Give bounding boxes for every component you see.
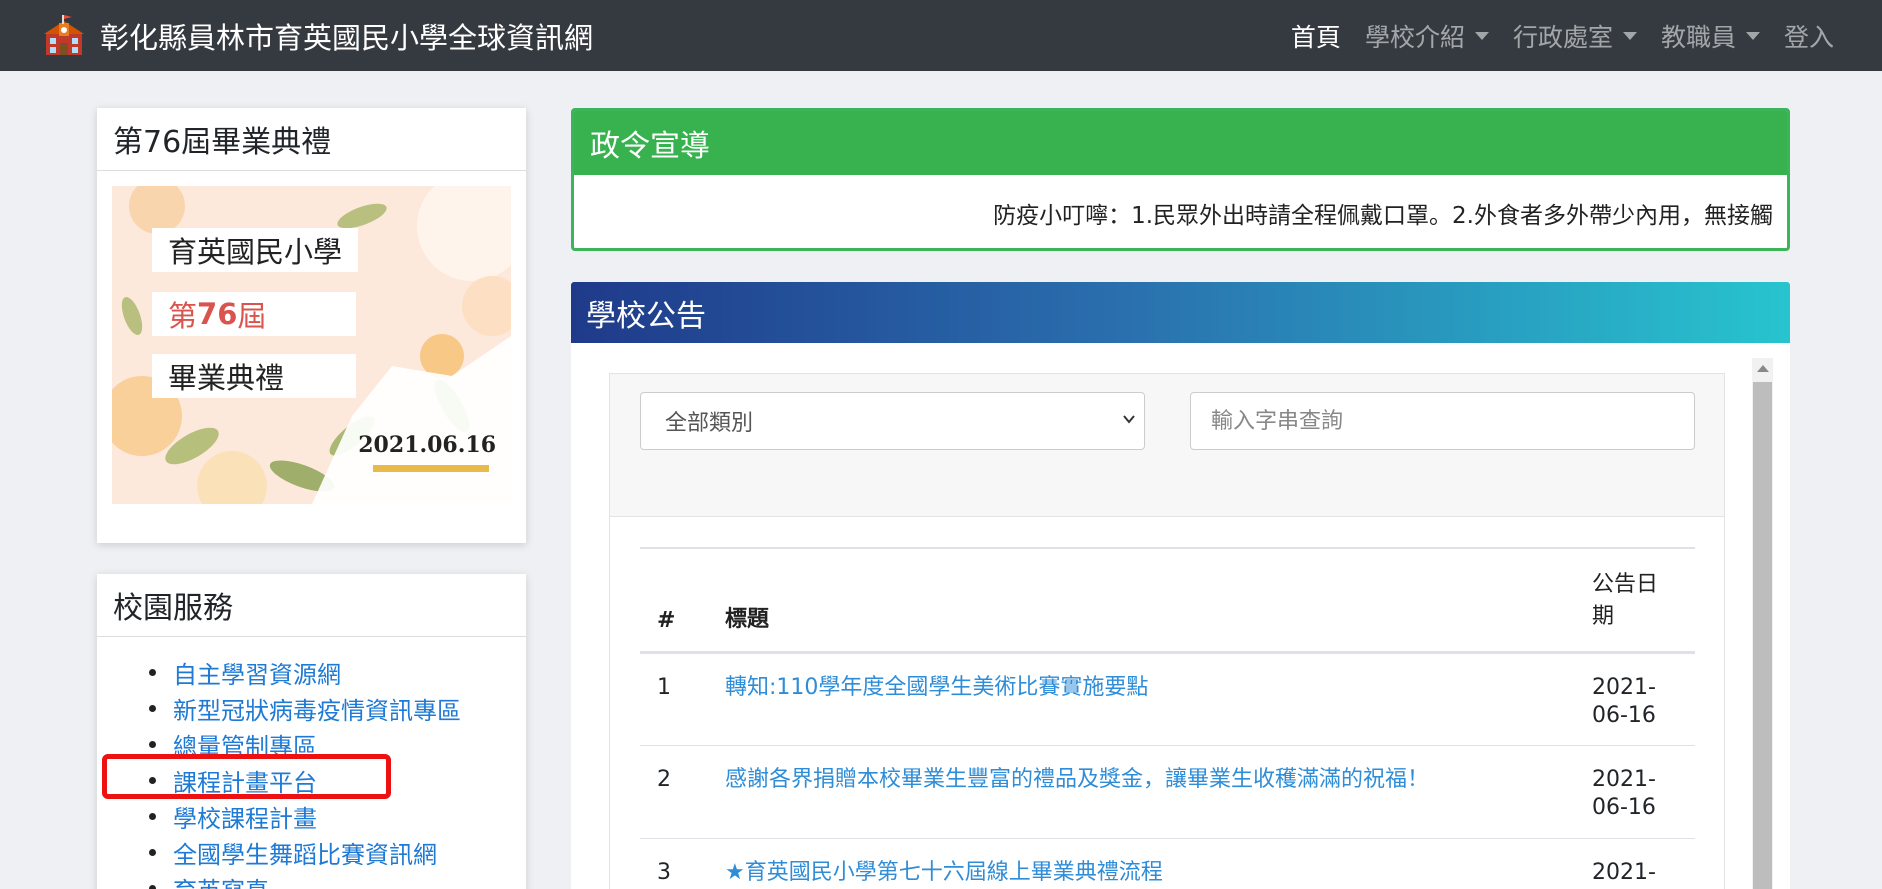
scrollbar-thumb[interactable]: [1753, 382, 1772, 889]
poster-date: 2021.06.16: [358, 432, 496, 458]
site-title: 彰化縣員林市育英國民小學全球資訊網: [100, 20, 594, 55]
list-item: 自主學習資源網: [173, 654, 461, 690]
poster-ceremony: 畢業典禮: [152, 354, 356, 398]
announcement-link[interactable]: 感謝各界捐贈本校畢業生豐富的禮品及獎金，讓畢業生收穫滿滿的祝福！: [725, 767, 1429, 792]
category-select[interactable]: 全部類別: [640, 392, 1145, 450]
chevron-down-icon: [1123, 415, 1135, 424]
poster-underline: [373, 465, 489, 472]
campus-services-title: 校園服務: [97, 574, 526, 637]
nav-school-intro-label: 學校介紹: [1364, 22, 1465, 52]
list-item: 學校課程計畫: [173, 798, 461, 834]
policy-marquee-text: 防疫小叮嚀：1.民眾外出時請全程佩戴口罩。2.外食者多外帶少內用，無接觸: [993, 203, 1773, 229]
table-row: 1 轉知:110學年度全國學生美術比賽實施要點 2021- 06-16: [640, 652, 1695, 746]
row-date-line2: 06-16: [1592, 795, 1656, 820]
row-date-line1: 2021-: [1592, 767, 1656, 792]
poster-session-suffix: 屆: [237, 299, 267, 333]
poster-session: 第 76 屆: [152, 292, 356, 336]
column-header-date-line1: 公告日: [1592, 572, 1659, 597]
row-date: 2021-: [1580, 838, 1695, 889]
nav-home[interactable]: 首頁: [1291, 18, 1341, 54]
graduation-card-title: 第76屆畢業典禮: [97, 108, 526, 171]
policy-card: 政令宣導 防疫小叮嚀：1.民眾外出時請全程佩戴口罩。2.外食者多外帶少內用，無接…: [571, 108, 1790, 251]
nav-login[interactable]: 登入: [1784, 18, 1834, 54]
nav-home-label: 首頁: [1290, 22, 1341, 52]
row-title-cell: 轉知:110學年度全國學生美術比賽實施要點: [708, 652, 1580, 746]
row-date: 2021- 06-16: [1580, 652, 1695, 746]
nav-login-label: 登入: [1783, 22, 1834, 52]
list-item: 全國學生舞蹈比賽資訊網: [173, 834, 461, 870]
caret-down-icon: [1622, 31, 1637, 40]
main-nav: 首頁 學校介紹 行政處室 教職員 登入: [1267, 0, 1834, 71]
link-dance-competition[interactable]: 全國學生舞蹈比賽資訊網: [173, 835, 437, 870]
nav-admin-offices-label: 行政處室: [1512, 22, 1613, 52]
announcement-link[interactable]: ★育英國民小學第七十六屆線上畢業典禮流程: [725, 860, 1163, 885]
nav-staff[interactable]: 教職員: [1661, 18, 1760, 54]
table-header-row: # 標題 公告日期: [640, 547, 1695, 654]
policy-marquee: 防疫小叮嚀：1.民眾外出時請全程佩戴口罩。2.外食者多外帶少內用，無接觸: [574, 175, 1787, 248]
table-row: 3 ★育英國民小學第七十六屆線上畢業典禮流程 2021-: [640, 838, 1695, 889]
link-photo-gallery[interactable]: 育英寫真: [173, 871, 269, 889]
caret-down-icon: [1474, 31, 1489, 40]
column-header-date-line2: 期: [1592, 604, 1615, 629]
link-school-curriculum[interactable]: 學校課程計畫: [173, 799, 317, 834]
school-icon: [44, 14, 84, 55]
row-date: 2021- 06-16: [1580, 745, 1695, 839]
announcements-panel: 全部類別 # 標題 公告日期 1 轉知:110學年度全國學生美術比賽實施要點 2…: [609, 373, 1725, 889]
announcements-title: 學校公告: [571, 282, 1790, 343]
row-number: 2: [640, 745, 708, 839]
poster-school-name: 育英國民小學: [152, 228, 359, 272]
row-date-line1: 2021-: [1592, 675, 1656, 700]
row-number: 1: [640, 652, 708, 746]
announcements-table: # 標題 公告日期 1 轉知:110學年度全國學生美術比賽實施要點 2021- 0…: [640, 547, 1695, 889]
filter-bar: 全部類別: [610, 374, 1724, 517]
red-highlight-annotation: [102, 754, 391, 799]
column-header-date: 公告日期: [1580, 547, 1695, 654]
row-title-cell: 感謝各界捐贈本校畢業生豐富的禮品及獎金，讓畢業生收穫滿滿的祝福！: [708, 745, 1580, 839]
announcement-link[interactable]: 轉知:110學年度全國學生美術比賽實施要點: [725, 675, 1148, 700]
graduation-card: 第76屆畢業典禮 育英國民小學 第 76 屆 畢業典禮 2021.06.16: [97, 108, 526, 543]
graduation-poster[interactable]: 育英國民小學 第 76 屆 畢業典禮 2021.06.16: [112, 186, 511, 504]
table-row: 2 感謝各界捐贈本校畢業生豐富的禮品及獎金，讓畢業生收穫滿滿的祝福！ 2021-…: [640, 745, 1695, 839]
nav-staff-label: 教職員: [1660, 22, 1736, 52]
list-item: 育英寫真: [173, 870, 461, 889]
caret-down-icon: [1745, 31, 1760, 40]
campus-services-card: 校園服務 自主學習資源網 新型冠狀病毒疫情資訊專區 總量管制專區 課程計畫平台 …: [97, 574, 526, 889]
search-input[interactable]: [1190, 392, 1695, 450]
announcements-card: 學校公告 全部類別 # 標題 公告日期 1 轉知:110學年度全國學生美術比賽實…: [571, 282, 1790, 889]
vertical-scrollbar[interactable]: [1752, 358, 1773, 889]
column-header-title: 標題: [708, 547, 1580, 654]
policy-title: 政令宣導: [574, 111, 1787, 175]
poster-session-prefix: 第: [168, 299, 198, 333]
link-covid-info[interactable]: 新型冠狀病毒疫情資訊專區: [173, 691, 461, 726]
column-header-number: #: [640, 547, 708, 654]
link-self-learning[interactable]: 自主學習資源網: [173, 655, 341, 690]
nav-admin-offices[interactable]: 行政處室: [1513, 18, 1637, 54]
scroll-up-arrow-icon[interactable]: [1757, 365, 1769, 372]
category-select-value: 全部類別: [665, 411, 754, 436]
poster-session-number: 76: [197, 297, 238, 331]
nav-school-intro[interactable]: 學校介紹: [1365, 18, 1489, 54]
brand[interactable]: 彰化縣員林市育英國民小學全球資訊網: [42, 0, 593, 71]
list-item: 新型冠狀病毒疫情資訊專區: [173, 690, 461, 726]
row-date-line1: 2021-: [1592, 860, 1656, 885]
top-navbar: 彰化縣員林市育英國民小學全球資訊網 首頁 學校介紹 行政處室 教職員 登入: [0, 0, 1882, 71]
row-title-cell: ★育英國民小學第七十六屆線上畢業典禮流程: [708, 838, 1580, 889]
row-date-line2: 06-16: [1592, 703, 1656, 728]
row-number: 3: [640, 838, 708, 889]
